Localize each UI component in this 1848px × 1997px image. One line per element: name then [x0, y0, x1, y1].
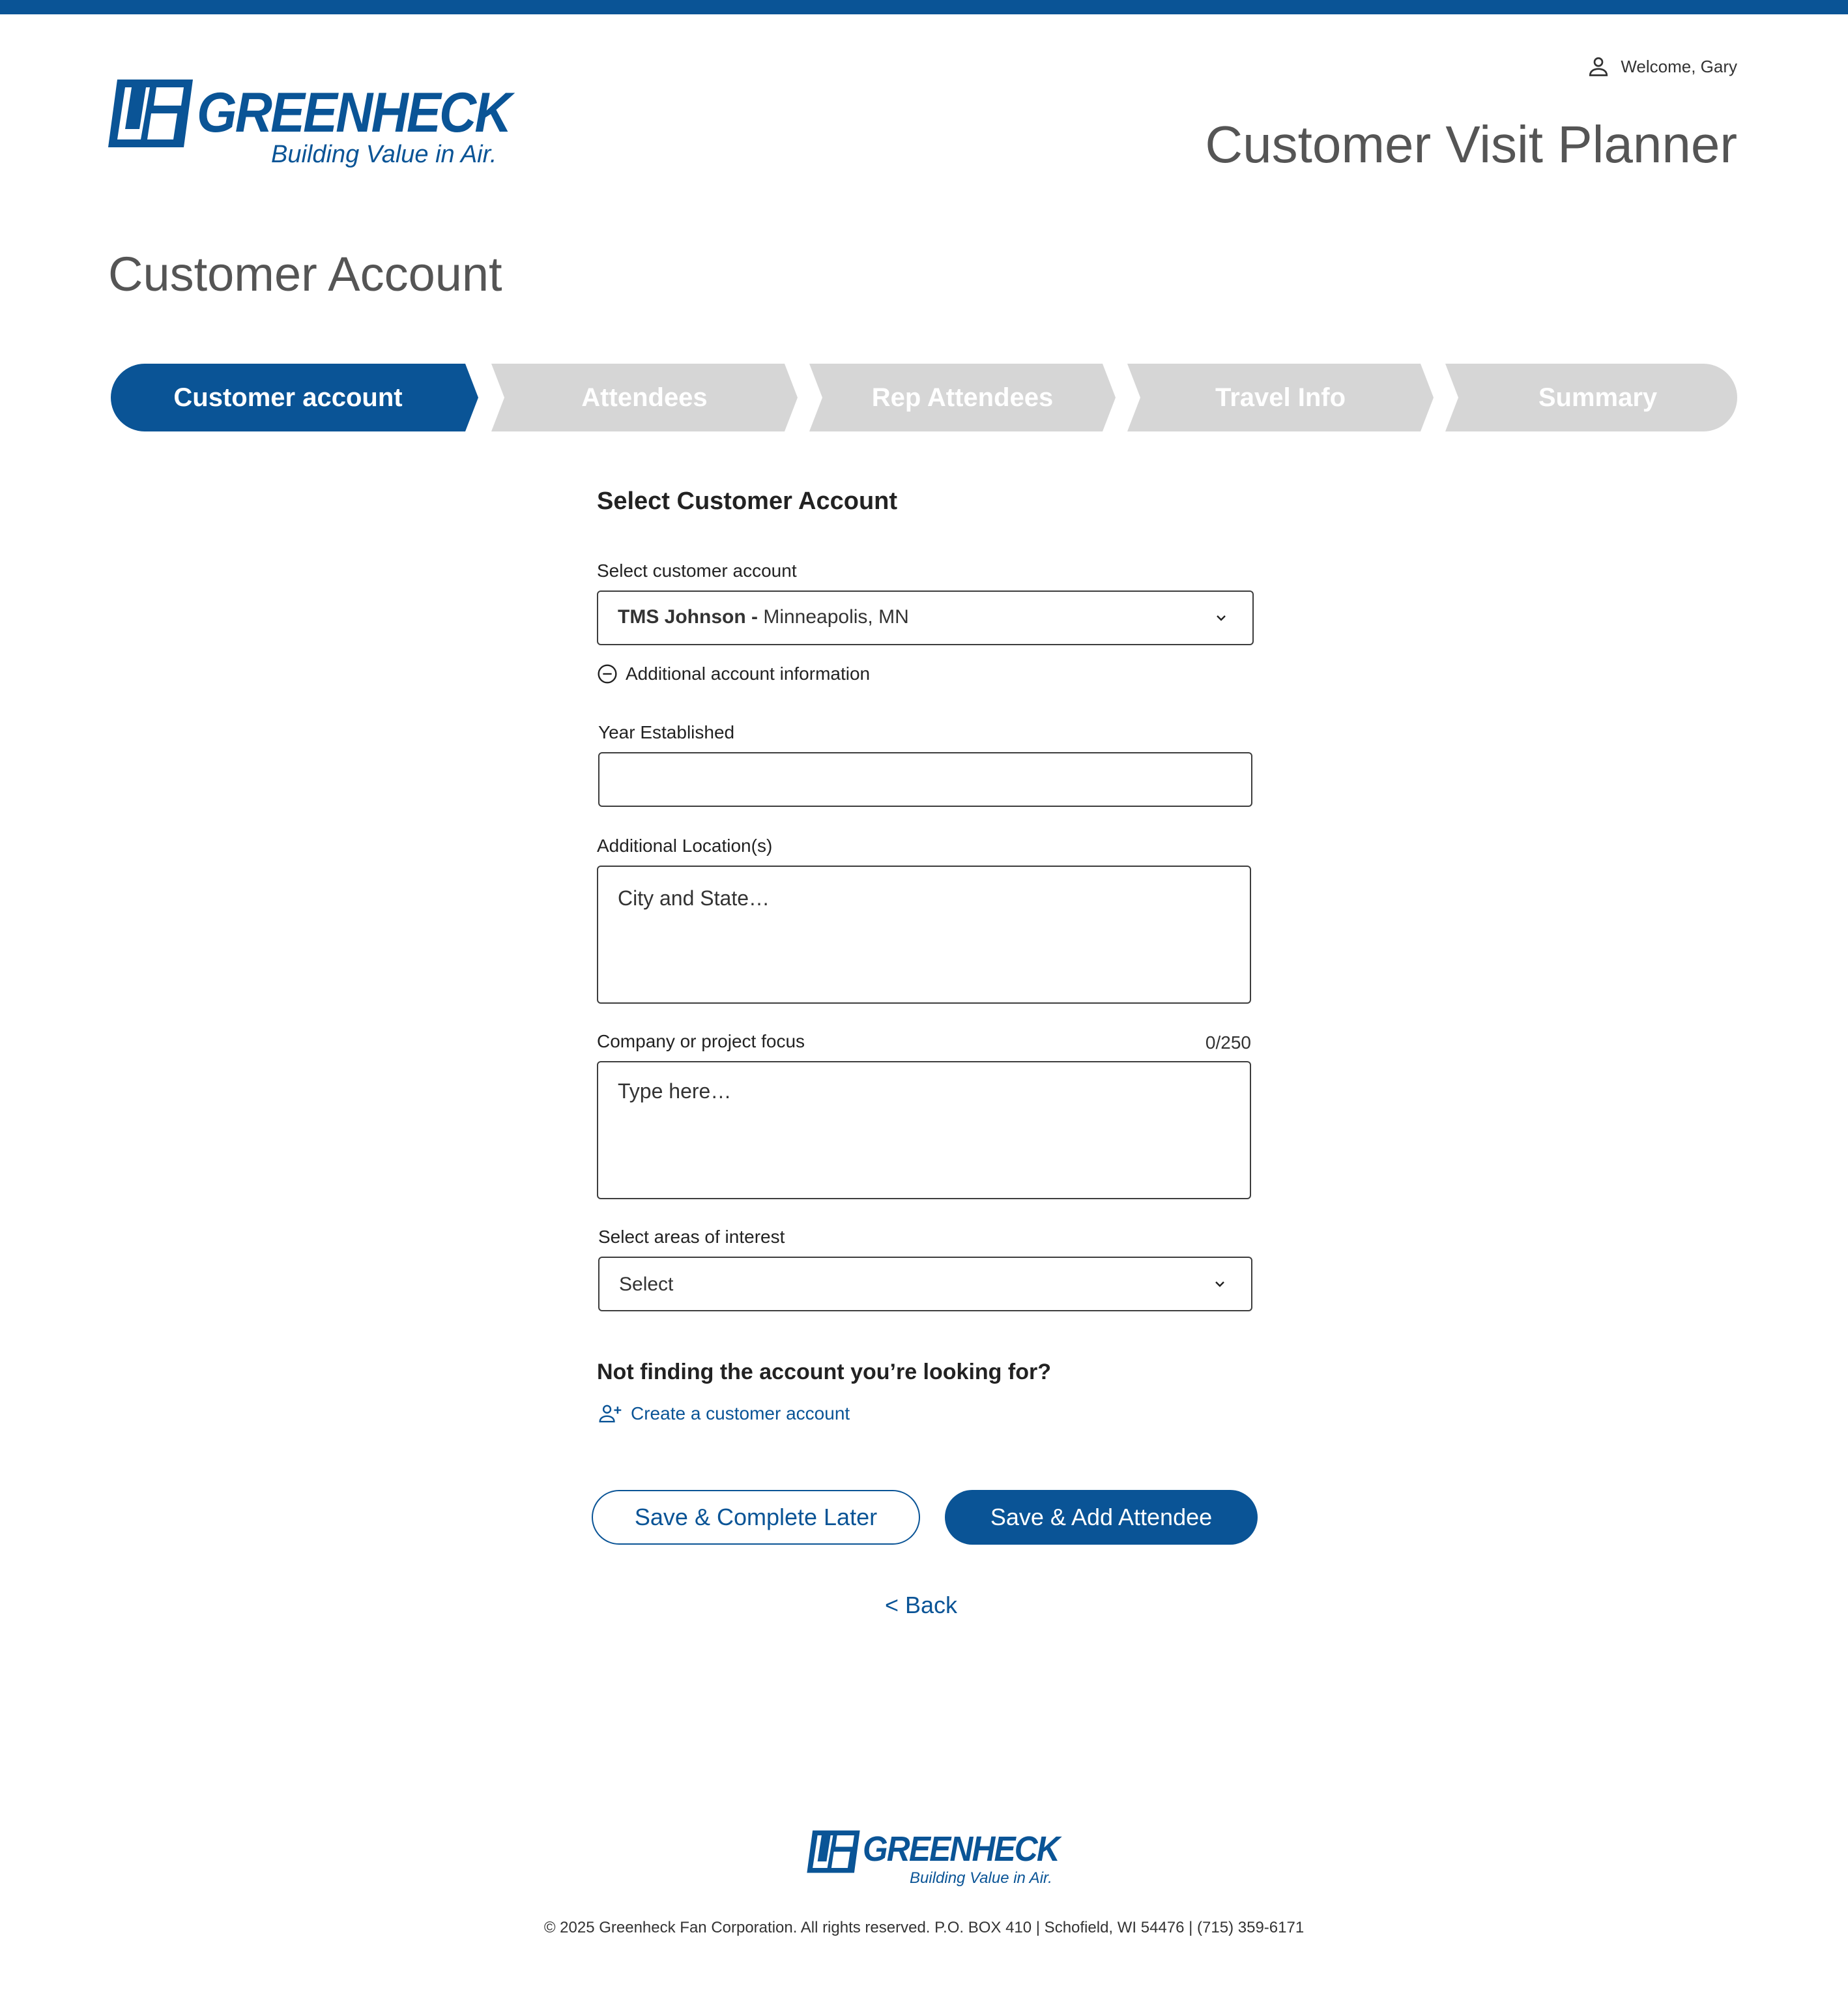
customer-account-select[interactable]: TMS Johnson - Minneapolis, MN	[597, 590, 1254, 645]
company-focus-placeholder: Type here…	[618, 1079, 732, 1103]
account-select-value: TMS Johnson - Minneapolis, MN	[618, 606, 909, 628]
save-complete-later-button[interactable]: Save & Complete Later	[592, 1490, 920, 1545]
additional-info-toggle[interactable]: Additional account information	[597, 663, 870, 684]
year-established-label: Year Established	[598, 722, 735, 742]
character-counter: 0/250	[1205, 1032, 1251, 1053]
minus-circle-icon	[598, 664, 617, 684]
footer-copyright: © 2025 Greenheck Fan Corporation. All ri…	[543, 1919, 1305, 1936]
welcome-user[interactable]: Welcome, Gary	[1587, 55, 1737, 78]
save-add-attendee-button[interactable]: Save & Add Attendee	[945, 1490, 1258, 1545]
areas-of-interest-value: Select	[619, 1274, 674, 1295]
additional-locations-label: Additional Location(s)	[597, 836, 773, 856]
footer-greenheck-logo[interactable]: GREENHECK Building Value in Air.	[807, 1828, 1060, 1890]
create-customer-account-link[interactable]: Create a customer account	[598, 1403, 850, 1425]
account-name: TMS Johnson -	[618, 606, 758, 628]
section-title: Select Customer Account	[597, 488, 898, 515]
not-finding-heading: Not finding the account you’re looking f…	[597, 1360, 1051, 1384]
chevron-down-icon	[1215, 1281, 1224, 1287]
greenheck-logo-mark-icon	[108, 80, 193, 147]
company-focus-textarea[interactable]: Type here…	[597, 1061, 1251, 1199]
logo-tagline: Building Value in Air.	[271, 141, 497, 168]
additional-locations-textarea[interactable]: City and State…	[597, 866, 1251, 1004]
top-brand-bar	[0, 0, 1848, 14]
footer-logo-wordmark: GREENHECK	[863, 1829, 1060, 1869]
greenheck-logo-mark-icon	[807, 1830, 860, 1873]
step-label: Attendees	[581, 383, 708, 412]
add-user-icon	[599, 1405, 622, 1423]
step-travel-info[interactable]: Travel Info	[1127, 364, 1434, 431]
step-customer-account[interactable]: Customer account	[111, 364, 478, 431]
account-select-label: Select customer account	[597, 561, 797, 581]
step-summary[interactable]: Summary	[1445, 364, 1737, 431]
step-label: Summary	[1538, 383, 1658, 412]
step-attendees[interactable]: Attendees	[491, 364, 798, 431]
progress-stepper: Customer account Attendees Rep Attendees…	[111, 364, 1737, 431]
create-account-label: Create a customer account	[631, 1403, 850, 1423]
additional-info-label: Additional account information	[626, 663, 871, 684]
user-icon	[1589, 57, 1608, 76]
step-rep-attendees[interactable]: Rep Attendees	[809, 364, 1116, 431]
logo-wordmark: GREENHECK	[197, 81, 512, 144]
step-label: Customer account	[173, 383, 403, 412]
additional-locations-placeholder: City and State…	[618, 886, 770, 910]
step-label: Travel Info	[1215, 383, 1346, 412]
app-title: Customer Visit Planner	[1205, 115, 1737, 173]
back-link[interactable]: < Back	[885, 1592, 957, 1619]
page-title: Customer Account	[108, 247, 502, 301]
year-established-input[interactable]	[598, 752, 1252, 807]
account-location: Minneapolis, MN	[763, 606, 909, 628]
chevron-down-icon	[1217, 615, 1226, 621]
company-focus-label: Company or project focus	[597, 1031, 805, 1051]
greenheck-logo[interactable]: GREENHECK Building Value in Air.	[108, 74, 512, 172]
footer-logo-tagline: Building Value in Air.	[910, 1869, 1052, 1887]
areas-of-interest-select[interactable]: Select	[598, 1257, 1252, 1311]
welcome-text: Welcome, Gary	[1621, 56, 1737, 76]
areas-of-interest-label: Select areas of interest	[598, 1227, 785, 1247]
step-label: Rep Attendees	[871, 383, 1054, 412]
